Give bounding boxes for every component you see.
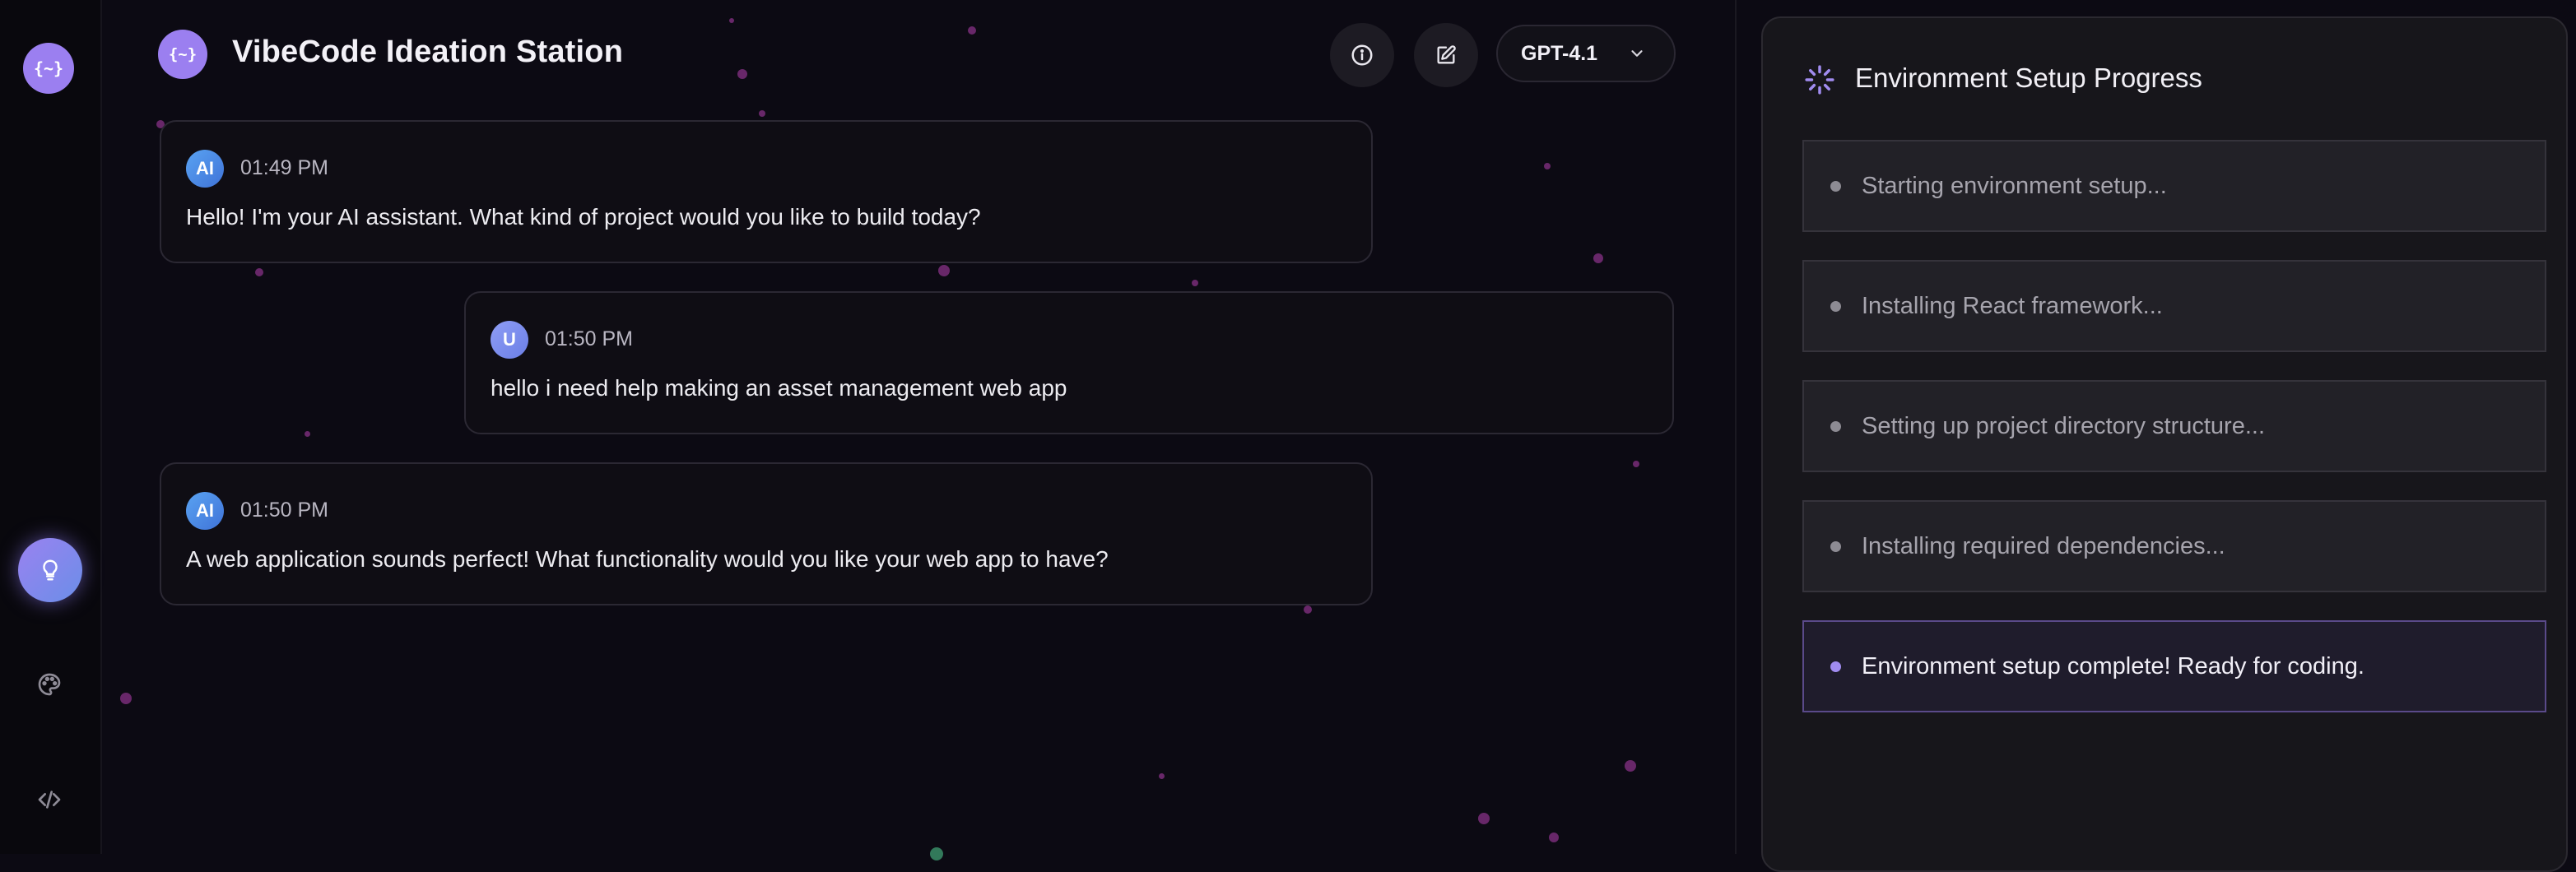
step-label: Installing React framework... [1862,293,2163,319]
message-time: 01:50 PM [545,327,634,350]
panel-divider [1735,0,1737,854]
message-ai: AI 01:50 PM A web application sounds per… [160,462,1373,605]
status-dot [1830,181,1841,192]
ideation-nav-button[interactable] [18,538,82,602]
message-time: 01:50 PM [240,499,329,522]
lightbulb-icon [43,559,58,581]
code-icon [38,791,61,809]
ai-avatar: AI [186,150,224,188]
model-select-value: GPT-4.1 [1521,41,1598,65]
step-label: Environment setup complete! Ready for co… [1862,653,2364,680]
setup-step: Installing required dependencies... [1802,500,2546,592]
loading-spinner-icon [1805,65,1834,95]
message-text: Hello! I'm your AI assistant. What kind … [186,204,981,230]
panel-title: Environment Setup Progress [1855,63,2202,93]
message-text: A web application sounds perfect! What f… [186,546,1109,572]
user-avatar: U [491,321,528,359]
header-logo: {~} [158,30,207,79]
app-logo[interactable]: {~} [23,43,74,94]
message-time: 01:49 PM [240,156,329,179]
setup-step: Installing React framework... [1802,260,2546,352]
palette-icon [38,673,61,696]
info-icon [1351,44,1373,66]
edit-icon [1437,45,1456,64]
left-sidebar: {~} [0,0,102,854]
setup-step: Setting up project directory structure..… [1802,380,2546,472]
status-dot [1830,301,1841,312]
message-text: hello i need help making an asset manage… [491,375,1067,401]
message-ai: AI 01:49 PM Hello! I'm your AI assistant… [160,120,1373,263]
step-label: Setting up project directory structure..… [1862,413,2265,439]
status-dot [1830,421,1841,432]
status-dot [1830,541,1841,552]
code-nav-button[interactable] [33,783,66,816]
new-chat-button[interactable] [1414,23,1478,87]
info-button[interactable] [1330,23,1394,87]
model-select[interactable]: GPT-4.1 [1496,25,1676,82]
setup-step: Starting environment setup... [1802,140,2546,232]
setup-progress-panel: Environment Setup Progress Starting envi… [1761,16,2568,872]
design-nav-button[interactable] [33,668,66,701]
message-user: U 01:50 PM hello i need help making an a… [464,291,1674,434]
ai-avatar: AI [186,492,224,530]
chevron-down-icon [1631,50,1643,57]
step-label: Installing required dependencies... [1862,533,2225,559]
step-label: Starting environment setup... [1862,173,2167,199]
setup-step-complete: Environment setup complete! Ready for co… [1802,620,2546,712]
page-title: VibeCode Ideation Station [232,35,624,69]
status-dot [1830,661,1841,672]
